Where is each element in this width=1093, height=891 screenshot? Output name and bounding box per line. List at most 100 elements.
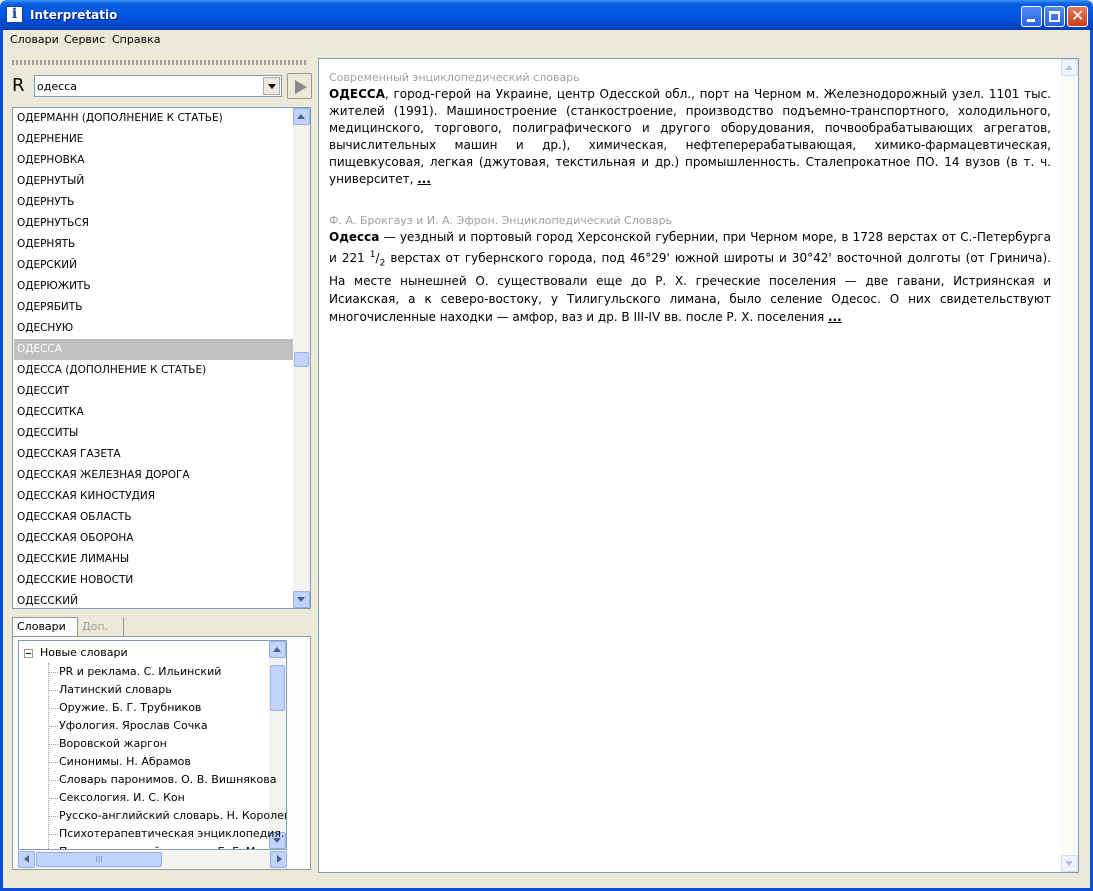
- tree-scroll-thumb[interactable]: [270, 665, 285, 711]
- tree-connector: [49, 690, 58, 691]
- tree-scroll-up-button[interactable]: [269, 641, 286, 658]
- tree-scroll-left-button[interactable]: [18, 851, 35, 868]
- chevron-down-icon: [268, 84, 276, 89]
- arrow-up-icon: [273, 647, 281, 652]
- list-item[interactable]: ОДЕСНУЮ: [14, 318, 294, 339]
- arrow-down-icon: [1065, 861, 1073, 866]
- arrow-right-icon: [277, 855, 282, 863]
- tree-scroll-right-button[interactable]: [270, 851, 287, 868]
- list-item[interactable]: ОДЕССКИЙ: [14, 591, 294, 608]
- list-item[interactable]: ОДЕРНУТЫЙ: [14, 171, 294, 192]
- tree-connector: [49, 834, 58, 835]
- list-item[interactable]: ОДЕССИТКА: [14, 402, 294, 423]
- tree-root-node[interactable]: Новые словари: [40, 646, 128, 659]
- list-item[interactable]: ОДЕССКАЯ ГАЗЕТА: [14, 444, 294, 465]
- article-scroll-up-button[interactable]: [1061, 59, 1078, 76]
- play-icon: [295, 80, 307, 94]
- article-body: ОДЕССА, город-герой на Украине, центр Од…: [329, 86, 1051, 188]
- read-more-link[interactable]: ...: [417, 172, 431, 186]
- article-headword: ОДЕССА: [329, 87, 385, 101]
- tree-item[interactable]: Латинский словарь: [59, 683, 172, 696]
- tree-item[interactable]: Оружие. Б. Г. Трубников: [59, 701, 201, 714]
- article-source: Ф. А. Брокгауз и И. А. Эфрон. Энциклопед…: [329, 214, 673, 227]
- tree-item[interactable]: Психологический словарь. Б. Г. Мещеряк: [59, 845, 286, 849]
- maximize-button[interactable]: [1044, 6, 1065, 27]
- list-item[interactable]: ОДЕРСКИЙ: [14, 255, 294, 276]
- list-item[interactable]: ОДЕРМАНН (ДОПОЛНЕНИЕ К СТАТЬЕ): [14, 108, 294, 129]
- list-item[interactable]: ОДЕССИТ: [14, 381, 294, 402]
- tree-item[interactable]: Синонимы. Н. Абрамов: [59, 755, 191, 768]
- tree-item[interactable]: Воровской жаргон: [59, 737, 167, 750]
- word-list-scrollbar[interactable]: [293, 108, 310, 608]
- search-prefix-label: R: [12, 75, 25, 96]
- article-body: Одесса — уездный и портовый город Херсон…: [329, 230, 1051, 325]
- tab-panel: Новые словари PR и реклама. С. Ильинский…: [12, 636, 311, 870]
- article-scrollbar[interactable]: [1061, 59, 1078, 872]
- tree-item[interactable]: Русско-английский словарь. Н. Королев: [59, 809, 286, 822]
- list-item[interactable]: ОДЕССКИЕ НОВОСТИ: [14, 570, 294, 591]
- tree-item[interactable]: Уфология. Ярослав Сочка: [59, 719, 208, 732]
- list-item[interactable]: ОДЕССКАЯ КИНОСТУДИЯ: [14, 486, 294, 507]
- list-item[interactable]: ОДЕССКАЯ ОБОРОНА: [14, 528, 294, 549]
- panel-grip[interactable]: [12, 60, 308, 65]
- list-item[interactable]: ОДЕССКАЯ ОБЛАСТЬ: [14, 507, 294, 528]
- list-item[interactable]: ОДЕРНЯТЬ: [14, 234, 294, 255]
- tab-extra[interactable]: Доп.: [78, 617, 124, 637]
- tree-connector: [49, 726, 58, 727]
- scroll-up-button[interactable]: [293, 108, 310, 125]
- arrow-up-icon: [297, 114, 305, 119]
- list-item[interactable]: ОДЕССА (ДОПОЛНЕНИЕ К СТАТЬЕ): [14, 360, 294, 381]
- tree-item[interactable]: Словарь паронимов. О. В. Вишнякова: [59, 773, 276, 786]
- arrow-down-icon: [297, 597, 305, 602]
- list-item[interactable]: ОДЕРЮЖИТЬ: [14, 276, 294, 297]
- dictionary-tree[interactable]: Новые словари PR и реклама. С. Ильинский…: [18, 640, 287, 850]
- article-view[interactable]: Современный энциклопедический словарь ОД…: [318, 58, 1079, 873]
- tree-hscrollbar[interactable]: III: [18, 851, 287, 868]
- tree-connector: [49, 816, 58, 817]
- list-item[interactable]: ОДЕРЯБИТЬ: [14, 297, 294, 318]
- list-item[interactable]: ОДЕРНОВКА: [14, 150, 294, 171]
- scroll-thumb[interactable]: [294, 352, 309, 367]
- tree-connector: [49, 708, 58, 709]
- list-item[interactable]: ОДЕССИТЫ: [14, 423, 294, 444]
- minimize-button[interactable]: [1021, 6, 1042, 27]
- list-item[interactable]: ОДЕРНУТЬСЯ: [14, 213, 294, 234]
- list-item[interactable]: ОДЕРНУТЬ: [14, 192, 294, 213]
- word-list[interactable]: ОДЕССКИЙ ОДЕССКИЕ НОВОСТИ ОДЕССКИЕ ЛИМАНЫ О…: [12, 107, 311, 609]
- fraction-numerator: 1: [369, 250, 376, 260]
- close-icon: ✕: [1071, 6, 1085, 25]
- app-icon: i: [6, 6, 23, 23]
- collapse-icon[interactable]: [24, 649, 33, 658]
- menu-help[interactable]: Справка: [112, 33, 160, 46]
- scroll-down-button[interactable]: [293, 591, 310, 608]
- menu-service[interactable]: Сервис: [64, 33, 105, 46]
- list-item[interactable]: ОДЕССКАЯ ЖЕЛЕЗНАЯ ДОРОГА: [14, 465, 294, 486]
- list-item[interactable]: ОДЕРНЕНИЕ: [14, 129, 294, 150]
- go-button[interactable]: [287, 73, 312, 99]
- combo-dropdown-button[interactable]: [263, 77, 280, 95]
- tree-item[interactable]: Психотерапевтическая энциклопедия.: [59, 827, 285, 840]
- tree-connector: [49, 798, 58, 799]
- tree-item[interactable]: PR и реклама. С. Ильинский: [59, 665, 221, 678]
- tree-hscroll-thumb[interactable]: III: [36, 852, 162, 867]
- article-headword: Одесса: [329, 230, 380, 244]
- article-scroll-down-button[interactable]: [1061, 855, 1078, 872]
- tab-dictionaries[interactable]: Словари: [12, 617, 78, 637]
- tree-item[interactable]: Сексология. И. С. Кон: [59, 791, 185, 804]
- menu-dictionaries[interactable]: Словари: [10, 33, 59, 46]
- search-combobox[interactable]: [34, 75, 282, 97]
- minimize-icon: [1027, 19, 1035, 22]
- search-input[interactable]: [37, 78, 259, 94]
- tree-connector: [49, 780, 58, 781]
- close-button[interactable]: ✕: [1067, 6, 1088, 27]
- list-item[interactable]: ОДЕССА: [14, 339, 294, 360]
- title-bar[interactable]: i Interpretatio ✕: [0, 0, 1093, 30]
- article-text: верстах от губернского города, под 46°29…: [329, 251, 1051, 325]
- tree-connector: [49, 744, 58, 745]
- read-more-link[interactable]: ...: [828, 310, 842, 324]
- arrow-up-icon: [1065, 65, 1073, 70]
- list-item[interactable]: ОДЕССКИЕ ЛИМАНЫ: [14, 549, 294, 570]
- arrow-left-icon: [24, 855, 29, 863]
- article-source: Современный энциклопедический словарь: [329, 71, 580, 84]
- tree-connector: [48, 663, 49, 849]
